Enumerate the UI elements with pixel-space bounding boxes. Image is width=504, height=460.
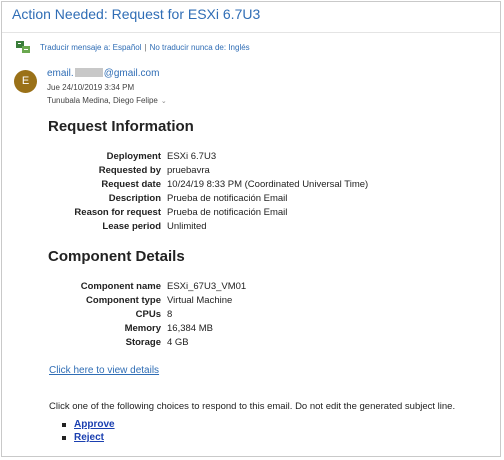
field-value: 8 bbox=[167, 308, 173, 320]
approve-link[interactable]: Approve bbox=[74, 419, 115, 430]
table-row: Component type Virtual Machine bbox=[22, 293, 422, 307]
never-translate-link[interactable]: No traducir nunca de: Inglés bbox=[150, 43, 250, 52]
email-reading-pane: Action Needed: Request for ESXi 6.7U3 Tr… bbox=[1, 1, 501, 457]
sender-address-prefix: email. bbox=[47, 68, 74, 79]
field-value: Prueba de notificación Email bbox=[167, 206, 288, 218]
view-details-link[interactable]: Click here to view details bbox=[49, 365, 159, 376]
field-label: Component name bbox=[80, 280, 161, 292]
table-row: Reason for request Prueba de notificación… bbox=[22, 205, 422, 219]
avatar[interactable]: E bbox=[14, 70, 37, 93]
recipient-line[interactable]: Tunubala Medina, Diego Felipe ⌄ bbox=[47, 96, 167, 105]
table-row: Component name ESXi_67U3_VM01 bbox=[22, 279, 422, 293]
field-label: Lease period bbox=[102, 220, 161, 232]
table-row: Request date 10/24/19 8:33 PM (Coordinate… bbox=[22, 177, 422, 191]
email-datetime: Jue 24/10/2019 3:34 PM bbox=[47, 83, 135, 92]
field-label: Component type bbox=[86, 294, 161, 306]
field-label: CPUs bbox=[135, 308, 161, 320]
field-value: 4 GB bbox=[167, 336, 189, 348]
table-row: Deployment ESXi 6.7U3 bbox=[22, 149, 422, 163]
table-row: Memory 16,384 MB bbox=[22, 321, 422, 335]
field-label: Request date bbox=[101, 178, 161, 190]
field-value: ESXi 6.7U3 bbox=[167, 150, 217, 162]
translate-message-link[interactable]: Traducir mensaje a: Español bbox=[40, 43, 142, 52]
divider bbox=[2, 32, 500, 33]
component-details-table: Component name ESXi_67U3_VM01 Component t… bbox=[22, 279, 422, 349]
field-label: Requested by bbox=[98, 164, 161, 176]
field-value: Prueba de notificación Email bbox=[167, 192, 288, 204]
request-information-heading: Request Information bbox=[48, 118, 194, 135]
field-label: Deployment bbox=[106, 150, 161, 162]
reject-link[interactable]: Reject bbox=[74, 432, 104, 443]
table-row: Lease period Unlimited bbox=[22, 219, 422, 233]
bullet bbox=[62, 422, 66, 427]
list-item: Reject bbox=[62, 431, 115, 444]
field-value: 16,384 MB bbox=[167, 322, 213, 334]
translate-icon bbox=[16, 41, 30, 53]
list-item: Approve bbox=[62, 418, 115, 431]
table-row: Description Prueba de notificación Email bbox=[22, 191, 422, 205]
component-details-heading: Component Details bbox=[48, 248, 185, 265]
request-information-table: Deployment ESXi 6.7U3 Requested by pruebav… bbox=[22, 149, 422, 233]
response-choices: Approve Reject bbox=[62, 418, 115, 444]
table-row: Storage 4 GB bbox=[22, 335, 422, 349]
translate-separator: | bbox=[144, 42, 147, 52]
field-label: Storage bbox=[125, 336, 161, 348]
field-label: Reason for request bbox=[74, 206, 161, 218]
table-row: Requested by pruebavra bbox=[22, 163, 422, 177]
instructions-text: Click one of the following choices to re… bbox=[49, 401, 456, 412]
chevron-down-icon[interactable]: ⌄ bbox=[161, 98, 167, 105]
translate-bar: Traducir mensaje a: Español | No traduci… bbox=[16, 40, 250, 54]
field-value: ESXi_67U3_VM01 bbox=[167, 280, 247, 292]
bullet bbox=[62, 435, 66, 440]
field-value: pruebavra bbox=[167, 164, 210, 176]
field-label: Memory bbox=[124, 322, 161, 334]
field-value: Virtual Machine bbox=[167, 294, 233, 306]
sender-address-suffix: @gmail.com bbox=[103, 68, 160, 79]
field-value: Unlimited bbox=[167, 220, 207, 232]
email-subject: Action Needed: Request for ESXi 6.7U3 bbox=[12, 6, 261, 22]
field-value: 10/24/19 8:33 PM (Coordinated Universal … bbox=[167, 178, 369, 190]
sender-address[interactable]: email. @gmail.com bbox=[47, 68, 159, 79]
table-row: CPUs 8 bbox=[22, 307, 422, 321]
field-label: Description bbox=[108, 192, 161, 204]
redacted-block bbox=[74, 68, 103, 77]
recipient-name: Tunubala Medina, Diego Felipe bbox=[47, 96, 158, 105]
